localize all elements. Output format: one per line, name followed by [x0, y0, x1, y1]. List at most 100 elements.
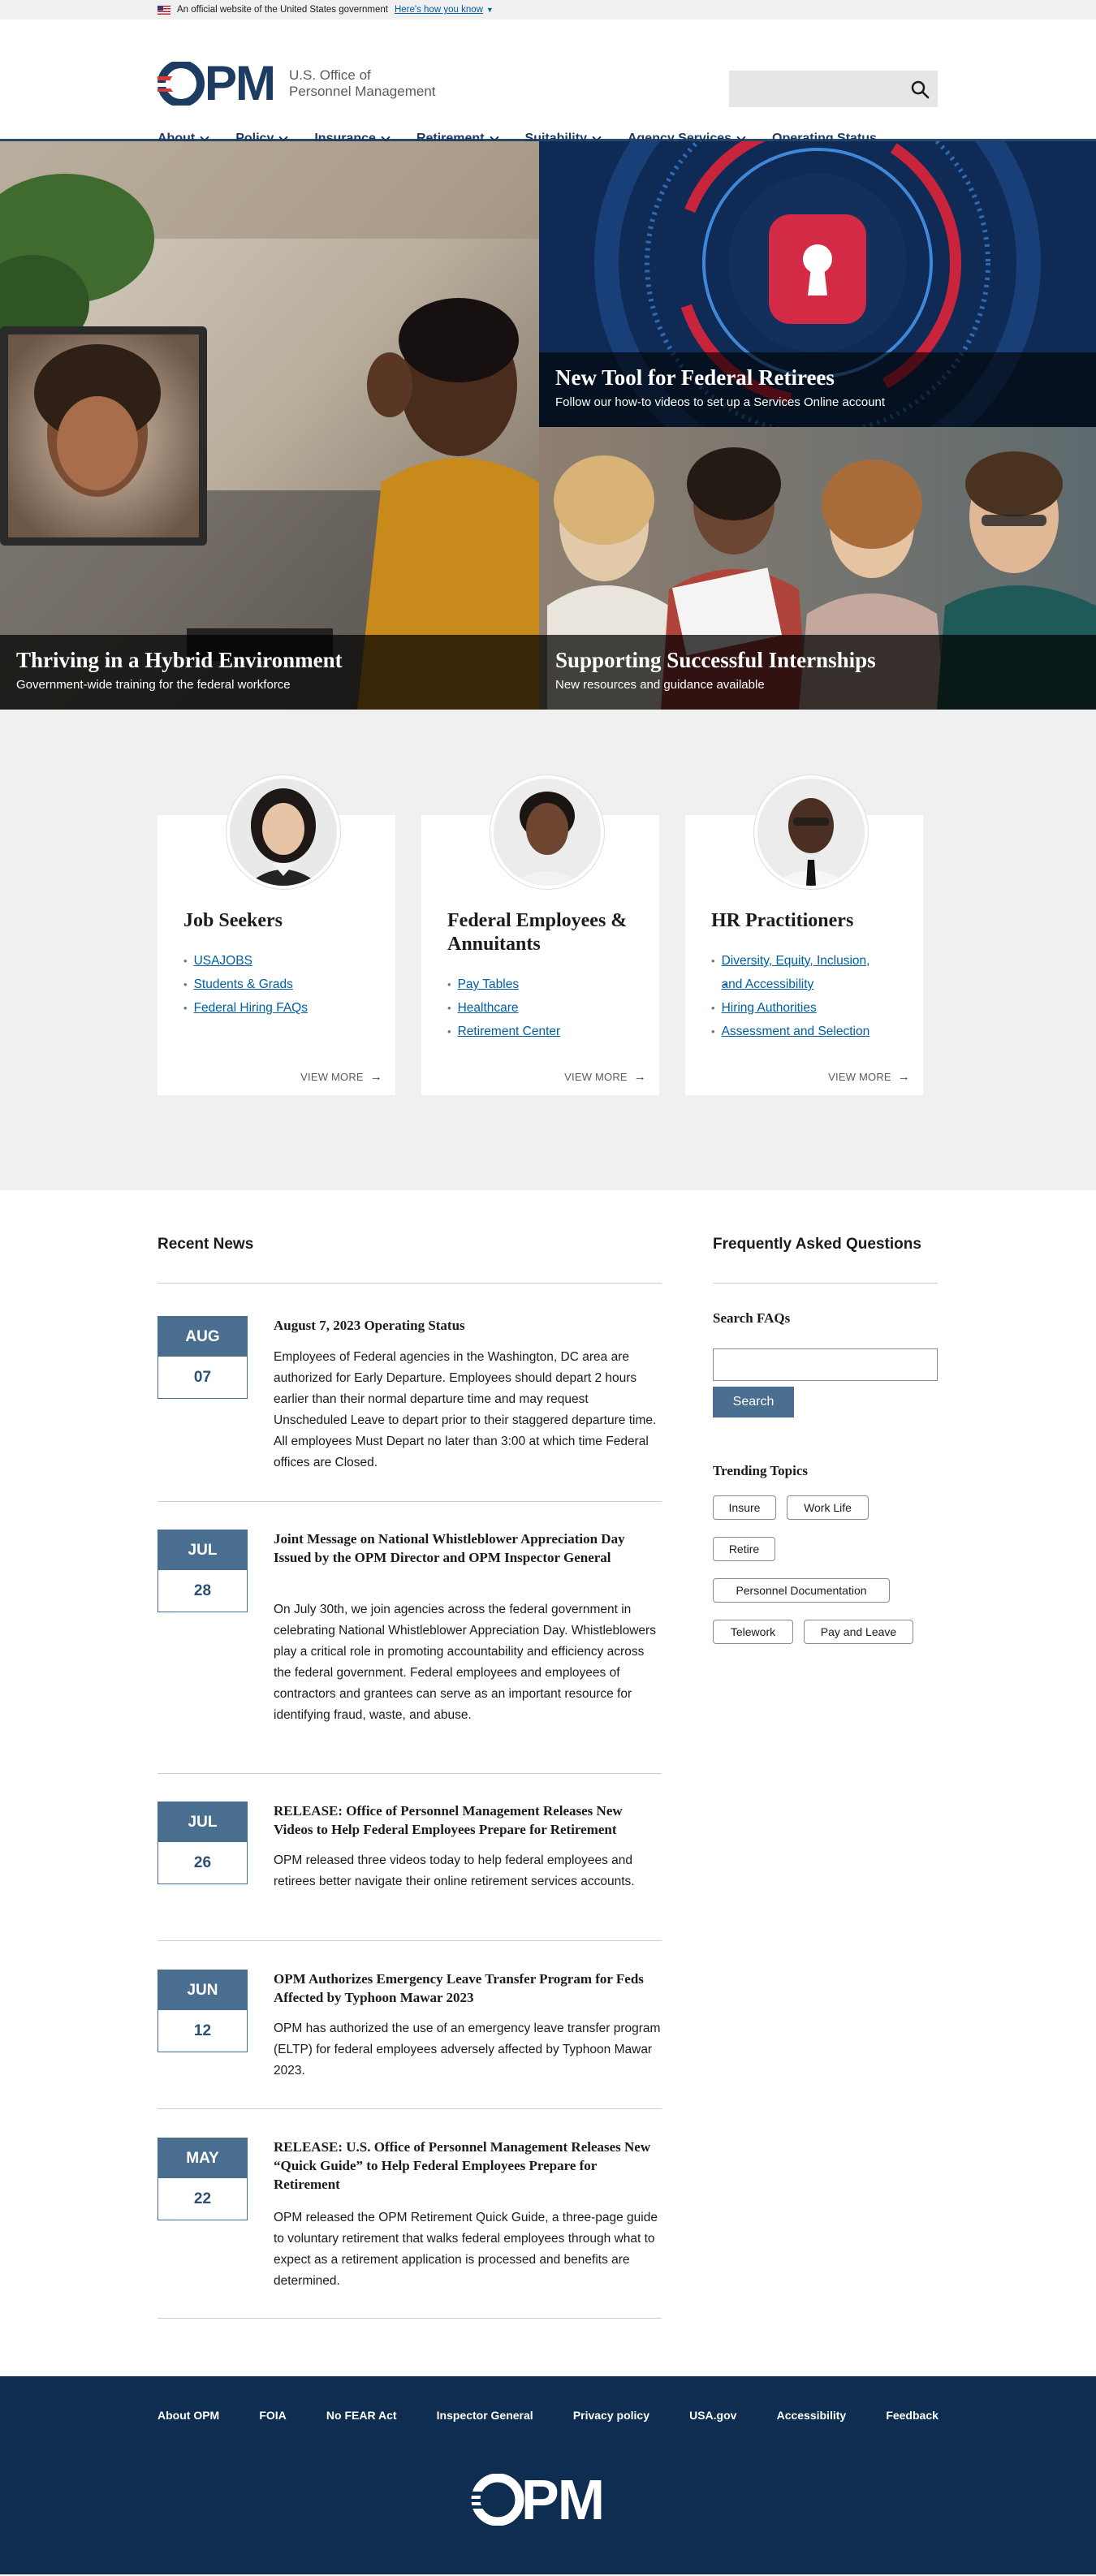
arrow-right-icon: →: [369, 1070, 382, 1084]
list-item: Federal Hiring FAQs: [183, 996, 308, 1020]
link-hiring-authorities[interactable]: Hiring Authorities: [722, 996, 817, 1020]
news-item: AUG 07 August 7, 2023 Operating Status E…: [157, 1316, 662, 1497]
footer-link-foia[interactable]: FOIA: [259, 2409, 286, 2422]
tag-telework[interactable]: Telework: [713, 1620, 793, 1644]
divider: [713, 1283, 938, 1284]
footer-logo-text: PM: [521, 2468, 605, 2531]
card-links: Diversity, Equity, Inclusion, and Access…: [711, 949, 870, 1043]
tag-insure[interactable]: Insure: [713, 1495, 776, 1520]
card-links: Pay Tables Healthcare Retirement Center: [447, 973, 561, 1043]
list-item: USAJOBS: [183, 949, 308, 973]
footer-link-feedback[interactable]: Feedback: [886, 2409, 939, 2422]
list-item: Diversity, Equity, Inclusion,: [711, 949, 870, 973]
news-title-link[interactable]: RELEASE: Office of Personnel Management …: [274, 1801, 662, 1839]
heres-how-you-know-link[interactable]: Here's how you know: [395, 5, 483, 15]
hero-title: New Tool for Federal Retirees: [555, 365, 835, 390]
link-deia-cont[interactable]: and Accessibility: [722, 973, 814, 996]
card-title: Federal Employees & Annuitants: [447, 910, 628, 955]
news-title-link[interactable]: RELEASE: U.S. Office of Personnel Manage…: [274, 2138, 662, 2194]
footer-link-no-fear-act[interactable]: No FEAR Act: [326, 2409, 397, 2422]
opm-o-emblem-icon: [157, 62, 205, 106]
link-healthcare[interactable]: Healthcare: [458, 996, 519, 1020]
link-students-grads[interactable]: Students & Grads: [194, 973, 293, 996]
site-search[interactable]: [729, 71, 938, 107]
opm-logo-text: PM: [205, 56, 276, 110]
news-summary: OPM released three videos today to help …: [274, 1853, 635, 1888]
hero-title: Supporting Successful Internships: [555, 648, 876, 672]
hero-subtitle: Government-wide training for the federal…: [16, 678, 291, 692]
hero-grid: Thriving in a Hybrid Environment Governm…: [0, 141, 1096, 710]
link-assessment-selection[interactable]: Assessment and Selection: [722, 1020, 870, 1043]
hero-tile-hybrid[interactable]: Thriving in a Hybrid Environment Governm…: [0, 141, 539, 710]
news-item: MAY 22 RELEASE: U.S. Office of Personnel…: [157, 2138, 662, 2300]
view-more-link[interactable]: VIEW MORE →: [300, 1070, 382, 1084]
footer-link-inspector-general[interactable]: Inspector General: [437, 2409, 533, 2422]
list-item: Students & Grads: [183, 973, 308, 996]
chevron-down-icon: [200, 132, 209, 142]
link-deia[interactable]: Diversity, Equity, Inclusion,: [722, 949, 870, 973]
list-item: Retirement Center: [447, 1020, 561, 1043]
tag-personnel-documentation[interactable]: Personnel Documentation: [713, 1578, 890, 1603]
opm-logo[interactable]: PM U.S. Office of Personnel Management: [157, 56, 436, 110]
news-summary: OPM released the OPM Retirement Quick Gu…: [274, 2211, 658, 2288]
date-badge: AUG 07: [157, 1316, 248, 1399]
faq-heading: Frequently Asked Questions: [713, 1236, 921, 1253]
audience-section: Job Seekers USAJOBS Students & Grads Fed…: [0, 710, 1096, 1190]
chevron-down-icon: ▼: [485, 6, 494, 14]
link-retirement-center[interactable]: Retirement Center: [458, 1020, 561, 1043]
hero-caption: New Tool for Federal Retirees Follow our…: [539, 352, 1096, 427]
link-federal-hiring-faqs[interactable]: Federal Hiring FAQs: [194, 996, 308, 1020]
search-icon[interactable]: [910, 80, 930, 99]
faq-search-input[interactable]: [713, 1348, 938, 1381]
date-month: JUN: [158, 1970, 247, 2010]
footer-link-usagov[interactable]: USA.gov: [689, 2409, 736, 2422]
recent-news-heading: Recent News: [157, 1236, 254, 1253]
news-title-link[interactable]: OPM Authorizes Emergency Leave Transfer …: [274, 1970, 662, 2007]
arrow-right-icon: →: [633, 1070, 646, 1084]
tag-work-life[interactable]: Work Life: [787, 1495, 869, 1520]
audience-card-content: HR Practitioners Diversity, Equity, Incl…: [685, 815, 923, 1095]
footer-link-privacy[interactable]: Privacy policy: [573, 2409, 649, 2422]
us-flag-icon: [157, 5, 170, 15]
hero-tile-retirees[interactable]: New Tool for Federal Retirees Follow our…: [539, 141, 1096, 427]
list-item: Healthcare: [447, 996, 560, 1020]
date-day: 22: [193, 2190, 212, 2207]
news-item: JUN 12 OPM Authorizes Emergency Leave Tr…: [157, 1970, 662, 2099]
chevron-down-icon: [592, 132, 602, 142]
footer-link-accessibility[interactable]: Accessibility: [777, 2409, 847, 2422]
news-title-link[interactable]: August 7, 2023 Operating Status: [274, 1316, 662, 1335]
link-pay-tables[interactable]: Pay Tables: [458, 973, 520, 996]
faq-search-button[interactable]: Search: [713, 1387, 794, 1417]
audience-card-content: Job Seekers USAJOBS Students & Grads Fed…: [157, 815, 395, 1095]
divider: [157, 1773, 662, 1774]
footer-opm-logo: PM: [471, 2468, 605, 2531]
news-title-link[interactable]: Joint Message on National Whistleblower …: [274, 1530, 662, 1567]
hero-subtitle: New resources and guidance available: [555, 678, 765, 692]
opm-logo-mark: PM: [157, 56, 276, 110]
hero-subtitle: Follow our how-to videos to set up a Ser…: [555, 395, 886, 409]
divider: [157, 1501, 662, 1502]
tag-pay-and-leave[interactable]: Pay and Leave: [804, 1620, 913, 1644]
view-more-link[interactable]: VIEW MORE →: [564, 1070, 646, 1084]
footer-link-about[interactable]: About OPM: [157, 2409, 219, 2422]
hero-tile-internships[interactable]: Supporting Successful Internships New re…: [539, 427, 1096, 710]
gov-banner-text: An official website of the United States…: [177, 5, 388, 15]
news-summary: Employees of Federal agencies in the Was…: [274, 1350, 657, 1469]
date-badge: JUL 26: [157, 1801, 248, 1884]
list-item: Pay Tables: [447, 973, 560, 996]
card-links: USAJOBS Students & Grads Federal Hiring …: [183, 949, 308, 1020]
org-name: U.S. Office of Personnel Management: [289, 67, 436, 100]
link-usajobs[interactable]: USAJOBS: [194, 949, 252, 973]
date-month: JUL: [158, 1530, 247, 1570]
date-day: 12: [193, 2022, 212, 2039]
news-item: JUL 26 RELEASE: Office of Personnel Mana…: [157, 1801, 662, 1931]
opm-o-emblem-icon: [471, 2474, 524, 2526]
chevron-down-icon: [381, 132, 391, 142]
date-badge: MAY 22: [157, 2138, 248, 2220]
tag-retire[interactable]: Retire: [713, 1537, 775, 1561]
view-more-link[interactable]: VIEW MORE →: [828, 1070, 910, 1084]
news-summary: OPM has authorized the use of an emergen…: [274, 2022, 661, 2078]
card-title: HR Practitioners: [711, 910, 854, 931]
chevron-down-icon: [736, 132, 746, 142]
hybrid-office-photo: [0, 141, 539, 710]
